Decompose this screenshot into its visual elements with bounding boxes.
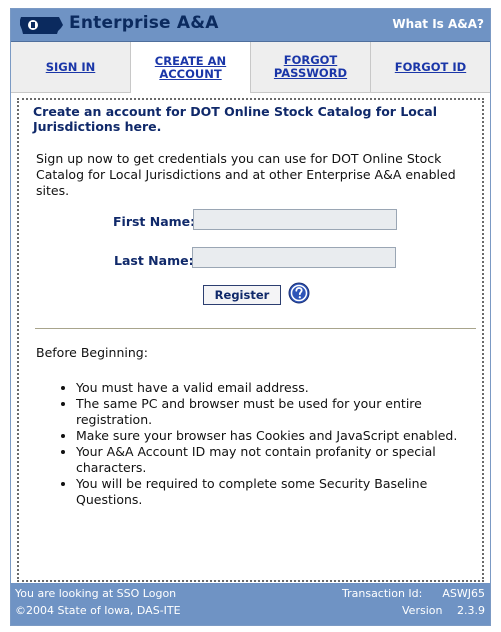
- first-name-input[interactable]: [193, 209, 397, 230]
- intro-text: Sign up now to get credentials you can u…: [36, 151, 456, 198]
- list-item: You will be required to complete some Se…: [76, 476, 476, 508]
- transaction-label: Transaction Id:: [342, 587, 423, 600]
- tab-forgot-password-label: FORGOT PASSWORD: [273, 53, 348, 80]
- last-name-label: Last Name:: [114, 253, 194, 268]
- create-account-panel: Create an account for DOT Online Stock C…: [17, 98, 484, 582]
- last-name-input[interactable]: [192, 247, 396, 268]
- tab-sign-in[interactable]: SIGN IN: [11, 42, 131, 92]
- requirements-list: You must have a valid email address. The…: [59, 380, 476, 508]
- app-title: Enterprise A&A: [69, 13, 219, 33]
- first-name-label: First Name:: [113, 214, 196, 229]
- list-item: Your A&A Account ID may not contain prof…: [76, 444, 476, 476]
- tab-create-account-label: CREATE AN ACCOUNT: [154, 53, 227, 81]
- tab-forgot-id[interactable]: FORGOT ID: [371, 42, 490, 92]
- intro-heading: Create an account for DOT Online Stock C…: [33, 104, 438, 134]
- page-frame: Enterprise A&A What Is A&A? SIGN IN CREA…: [10, 8, 491, 626]
- copyright-text: ©2004 State of Iowa, DAS-ITE: [15, 604, 181, 617]
- register-button[interactable]: Register: [203, 285, 281, 305]
- list-item: The same PC and browser must be used for…: [76, 396, 476, 428]
- tab-bar: SIGN IN CREATE AN ACCOUNT FORGOT PASSWOR…: [11, 42, 490, 93]
- list-item: Make sure your browser has Cookies and J…: [76, 428, 476, 444]
- tab-forgot-id-label: FORGOT ID: [394, 59, 467, 74]
- header-bar: Enterprise A&A What Is A&A?: [11, 9, 490, 42]
- tab-forgot-password[interactable]: FORGOT PASSWORD: [251, 42, 371, 92]
- version-number: 2.3.9: [457, 604, 485, 617]
- sso-status-text: You are looking at SSO Logon: [15, 587, 177, 600]
- footer-bar: You are looking at SSO Logon ©2004 State…: [11, 583, 490, 625]
- list-item: You must have a valid email address.: [76, 380, 476, 396]
- iowa-state-logo-icon: [17, 14, 67, 36]
- before-beginning-heading: Before Beginning:: [36, 345, 148, 360]
- tab-create-account[interactable]: CREATE AN ACCOUNT: [131, 42, 251, 93]
- transaction-id: ASWJ65: [442, 587, 485, 600]
- section-divider: [35, 328, 476, 329]
- tab-sign-in-label: SIGN IN: [45, 59, 96, 74]
- what-is-aa-link[interactable]: What Is A&A?: [392, 17, 484, 31]
- question-icon[interactable]: [288, 282, 310, 304]
- version-label: Version: [402, 604, 443, 617]
